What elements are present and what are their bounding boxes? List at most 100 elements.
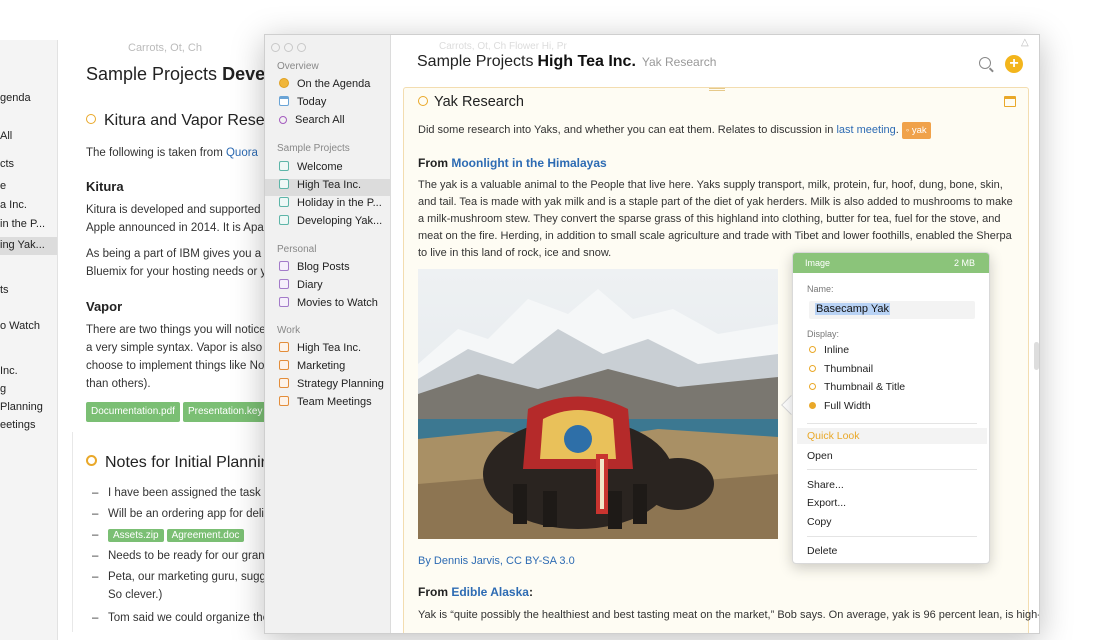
attachment-chip[interactable]: Agreement.doc [166,529,245,542]
background-sidebar: genda All cts e a Inc. in the P... ing Yak... t… [0,40,58,640]
quote-paragraph: Yak is “quite possibly the healthiest an… [418,609,1040,621]
file-size: 2 MB [953,258,975,268]
drag-handle[interactable] [709,88,725,91]
notebook-icon [279,197,289,207]
close-button[interactable] [271,43,280,52]
section-work: Work [277,325,301,336]
radio-icon [809,346,816,353]
status-circle-icon[interactable] [418,96,428,106]
triangle-icon: △ [1021,37,1029,48]
background-sidebar-item: in the P... [0,218,46,230]
attachment-chip[interactable]: Presentation.key [182,402,268,422]
yak-image[interactable] [418,269,778,539]
note-title: Yak Research [418,94,524,110]
sidebar-item-work-high-tea[interactable]: High Tea Inc. [265,342,390,359]
notebook-icon [279,297,289,307]
yak-photo [418,269,778,539]
notebook-icon [279,396,289,406]
edible-alaska-link[interactable]: Edible Alaska [451,585,529,599]
sidebar-item-strategy[interactable]: Strategy Planning [265,378,390,395]
notebook-icon [279,360,289,370]
subheading: Vapor [86,299,123,314]
radio-selected-icon [809,402,816,409]
sidebar-item-team-meetings[interactable]: Team Meetings [265,396,390,413]
list-item: So clever.) [108,589,163,601]
list-item: – Peta, our marketing guru, sugge [92,571,273,583]
paragraph: As being a part of IBM gives you a na [86,248,278,260]
breadcrumb: Sample Projects High Tea Inc. Yak Research [417,53,716,71]
add-button[interactable]: + [1005,55,1023,73]
section-sample-projects: Sample Projects [277,143,350,154]
sidebar-item-welcome[interactable]: Welcome [265,161,390,178]
sidebar-item-today[interactable]: Today [265,96,390,113]
sidebar-item-agenda[interactable]: On the Agenda [265,78,390,95]
paragraph: Apple announced in 2014. It is Apach [86,222,276,234]
section-personal: Personal [277,244,317,255]
sidebar-item-search-all[interactable]: Search All [265,114,390,131]
list-item: – Assets.zip Agreement.doc [92,529,247,542]
notebook-icon [279,161,289,171]
sidebar-item-holiday[interactable]: Holiday in the P... [265,197,390,214]
sidebar-item-blog-posts[interactable]: Blog Posts [265,261,390,278]
moonlight-link[interactable]: Moonlight in the Himalayas [451,156,606,170]
minimize-button[interactable] [284,43,293,52]
menu-delete[interactable]: Delete [807,545,837,557]
sidebar-item-marketing[interactable]: Marketing [265,360,390,377]
background-sidebar-item: cts [0,158,15,170]
background-sidebar-item: Planning [0,401,43,413]
search-icon [279,116,287,124]
zoom-button[interactable] [297,43,306,52]
agenda-icon [279,78,289,88]
divider [807,423,977,424]
breadcrumb-sub[interactable]: Yak Research [642,55,716,69]
image-caption[interactable]: By Dennis Jarvis, CC BY-SA 3.0 [418,555,575,567]
menu-open[interactable]: Open [807,450,833,462]
divider [72,432,73,632]
notebook-icon [279,279,289,289]
display-option-inline[interactable]: Inline [809,344,849,356]
background-sidebar-item: genda [0,92,31,104]
name-field[interactable]: Basecamp Yak [809,301,975,319]
paragraph: a very simple syntax. Vapor is also the [86,342,282,354]
background-sidebar-item: ts [0,284,9,296]
note-heading: Notes for Initial Planning [86,454,278,472]
background-sidebar-item: g [0,383,7,395]
from-heading: From Moonlight in the Himalayas [418,156,607,170]
background-sidebar-item: eetings [0,419,36,431]
sidebar-item-developing-yak[interactable]: Developing Yak... [265,215,390,232]
name-label: Name: [807,284,834,294]
section-overview: Overview [277,61,319,72]
sidebar-item-diary[interactable]: Diary [265,279,390,296]
notebook-icon [279,261,289,271]
sidebar: Overview On the Agenda Today Search All … [265,35,391,633]
attachments: Documentation.pdf Presentation.key [86,402,270,422]
list-item: – I have been assigned the task of [92,487,274,499]
list-item: – Needs to be ready for our grand [92,550,272,562]
display-option-thumbnail-title[interactable]: Thumbnail & Title [809,381,905,393]
display-label: Display: [807,329,840,339]
notebook-icon [279,342,289,352]
sidebar-item-movies[interactable]: Movies to Watch [265,297,390,314]
quora-link[interactable]: Quora [226,147,258,159]
breadcrumb-project[interactable]: Sample Projects [417,53,534,70]
menu-share[interactable]: Share... [807,479,844,491]
background-sidebar-item: All [0,130,13,142]
calendar-icon[interactable] [1004,96,1016,107]
menu-export[interactable]: Export... [807,497,846,509]
notebook-icon [279,179,289,189]
attachment-chip[interactable]: Assets.zip [108,529,164,542]
menu-copy[interactable]: Copy [807,516,832,528]
tag-badge[interactable]: ◦ yak [901,122,931,139]
menu-quick-look[interactable]: Quick Look [797,428,987,444]
last-meeting-link[interactable]: last meeting [836,124,895,136]
display-option-thumbnail[interactable]: Thumbnail [809,363,873,375]
background-title: Sample Projects Develop [86,64,293,84]
scrollbar[interactable] [1034,342,1039,370]
attachment-chip[interactable]: Documentation.pdf [86,402,180,422]
breadcrumb-note[interactable]: High Tea Inc. [538,53,636,70]
background-window: genda All cts e a Inc. in the P... ing Yak... t… [0,40,300,640]
sidebar-item-high-tea[interactable]: High Tea Inc. [265,179,390,196]
display-option-full-width[interactable]: Full Width [809,400,871,412]
search-icon[interactable] [979,57,991,69]
notebook-icon [279,215,289,225]
